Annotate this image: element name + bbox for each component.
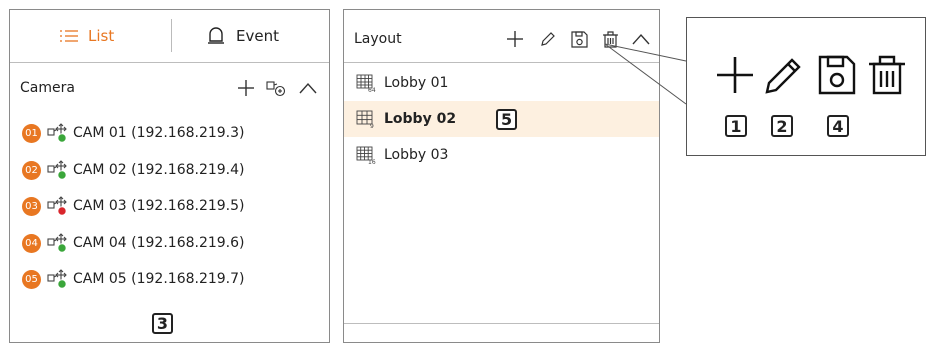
callout-4: 4 bbox=[827, 115, 849, 137]
icon-zoom-callout: 1 2 4 bbox=[686, 17, 926, 156]
trash-icon bbox=[869, 55, 905, 95]
callout-1: 1 bbox=[725, 115, 747, 137]
save-icon bbox=[818, 55, 856, 95]
pencil-icon bbox=[765, 58, 801, 94]
callout-2: 2 bbox=[771, 115, 793, 137]
plus-icon bbox=[717, 57, 753, 93]
